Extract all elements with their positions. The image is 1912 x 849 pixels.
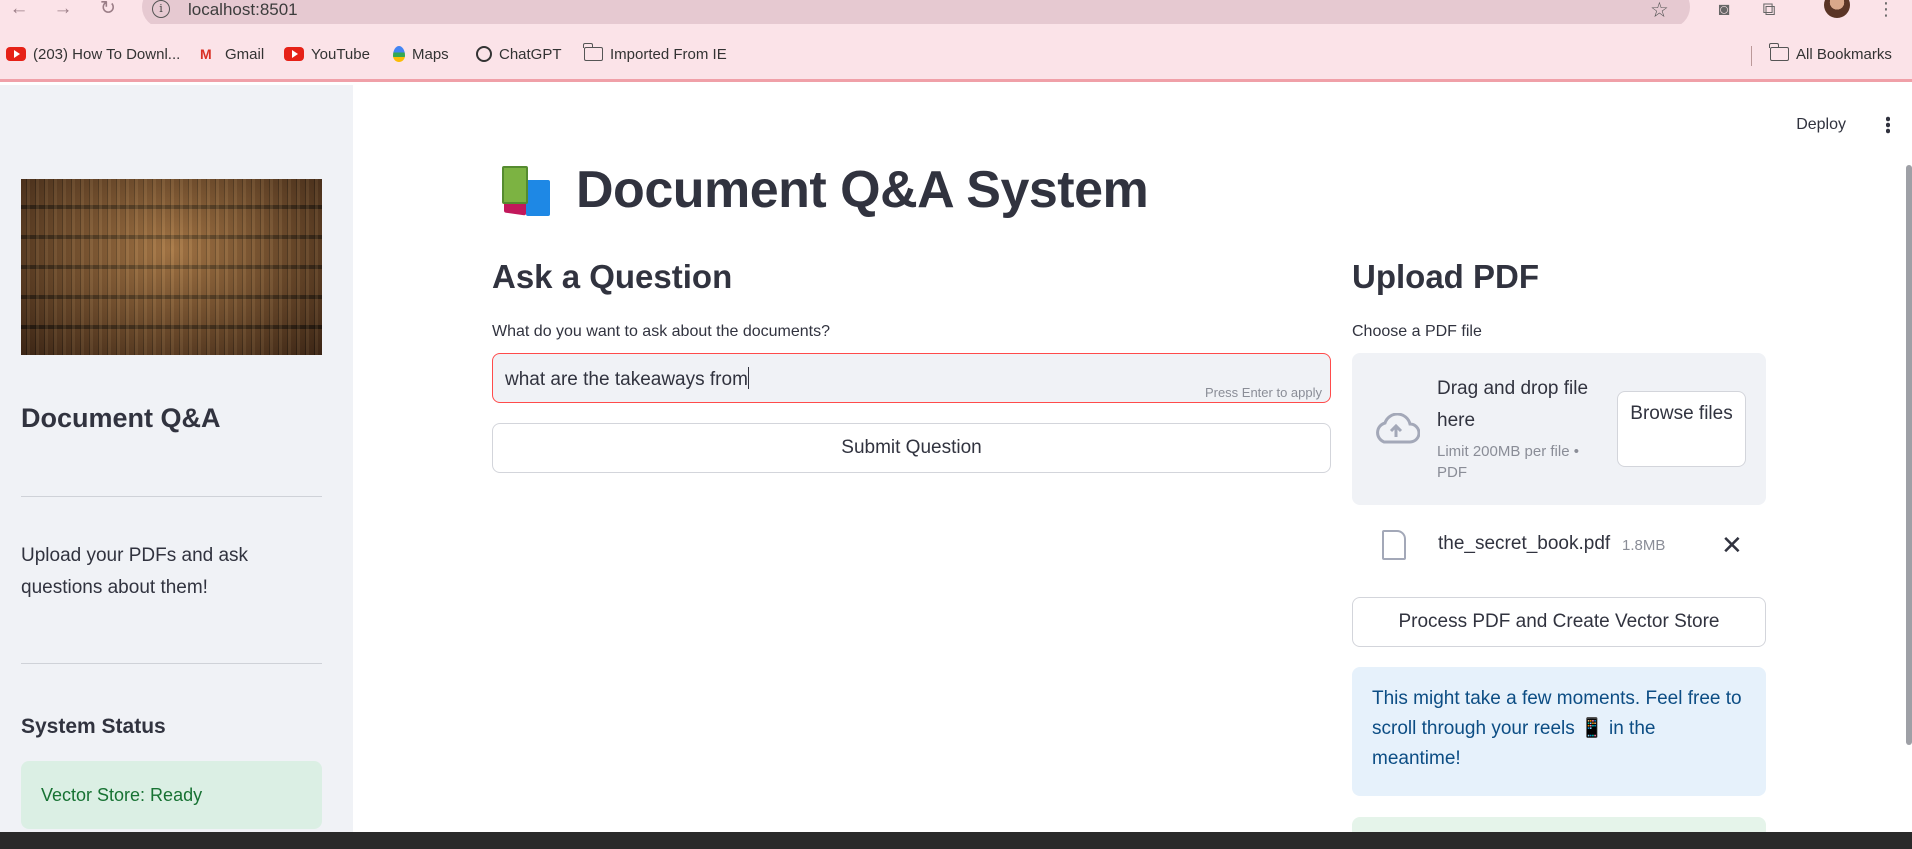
sidebar-title: Document Q&A bbox=[21, 403, 221, 433]
folder-icon bbox=[1769, 43, 1789, 61]
ask-question-heading: Ask a Question bbox=[492, 258, 733, 295]
back-arrow-icon[interactable]: ← bbox=[8, 0, 30, 20]
profile-avatar[interactable] bbox=[1824, 0, 1850, 18]
question-input[interactable]: what are the takeaways from Press Enter … bbox=[492, 353, 1331, 403]
bookmark-item[interactable]: M Gmail bbox=[200, 44, 264, 64]
submit-question-button[interactable]: Submit Question bbox=[492, 423, 1331, 473]
bookmark-divider bbox=[1751, 46, 1752, 66]
browse-files-button[interactable]: Browse files bbox=[1617, 391, 1746, 467]
process-pdf-button[interactable]: Process PDF and Create Vector Store bbox=[1352, 597, 1766, 647]
question-label: What do you want to ask about the docume… bbox=[492, 323, 830, 340]
bookmark-label: Maps bbox=[412, 45, 449, 63]
divider bbox=[21, 663, 322, 664]
remove-file-icon[interactable]: ✕ bbox=[1721, 530, 1743, 560]
app-header-actions: Deploy bbox=[1796, 116, 1890, 134]
uploaded-file-name: the_secret_book.pdf bbox=[1438, 533, 1611, 554]
gmail-icon: M bbox=[200, 46, 212, 62]
upload-pdf-heading: Upload PDF bbox=[1352, 258, 1539, 295]
youtube-icon bbox=[6, 47, 26, 61]
file-uploader-label: Choose a PDF file bbox=[1352, 323, 1482, 340]
bookmark-star-icon[interactable]: ☆ bbox=[1650, 0, 1669, 23]
library-bookshelf-image bbox=[21, 179, 322, 355]
upload-limit-text: Limit 200MB per file • PDF bbox=[1437, 443, 1579, 481]
drag-drop-text: Drag and drop file here bbox=[1437, 378, 1589, 431]
divider bbox=[21, 496, 322, 497]
sidebar-description: Upload your PDFs and ask questions about… bbox=[21, 545, 249, 598]
youtube-icon bbox=[284, 47, 304, 61]
bookmark-label: Gmail bbox=[225, 45, 265, 63]
main-menu-icon[interactable] bbox=[1886, 116, 1890, 134]
deploy-button[interactable]: Deploy bbox=[1796, 116, 1846, 134]
all-bookmarks-label: All Bookmarks bbox=[1796, 45, 1892, 63]
uploaded-file-size: 1.8MB bbox=[1622, 537, 1666, 554]
file-icon bbox=[1382, 530, 1406, 560]
bookmark-item[interactable]: Maps bbox=[393, 44, 449, 64]
bookmark-label: Imported From IE bbox=[610, 45, 727, 63]
bookmark-label: ChatGPT bbox=[499, 45, 562, 63]
page-title-row: Document Q&A System bbox=[500, 160, 1149, 220]
chatgpt-icon bbox=[476, 46, 492, 62]
bookmark-label: YouTube bbox=[311, 45, 370, 63]
bookmark-item[interactable]: YouTube bbox=[284, 44, 370, 64]
bookmark-item[interactable]: (203) How To Downl... bbox=[6, 44, 180, 64]
camera-icon[interactable]: ◙ bbox=[1712, 0, 1736, 20]
url-text[interactable]: localhost:8501 bbox=[188, 0, 298, 20]
sidebar: Document Q&A Upload your PDFs and ask qu… bbox=[0, 85, 353, 849]
vector-store-status: Vector Store: Ready bbox=[21, 761, 322, 829]
extensions-icon[interactable]: ⧉ bbox=[1757, 0, 1781, 20]
bookmark-item[interactable]: ChatGPT bbox=[476, 44, 562, 64]
page-title: Document Q&A System bbox=[576, 161, 1149, 219]
page-scrollbar[interactable] bbox=[1906, 165, 1912, 745]
os-taskbar bbox=[0, 832, 1912, 849]
all-bookmarks[interactable]: All Bookmarks bbox=[1769, 43, 1892, 64]
maps-pin-icon bbox=[393, 46, 405, 62]
bookmark-item[interactable]: Imported From IE bbox=[583, 43, 727, 64]
forward-arrow-icon[interactable]: → bbox=[52, 0, 74, 20]
press-enter-hint: Press Enter to apply bbox=[1204, 385, 1322, 400]
bookmarks-bar: (203) How To Downl... M Gmail YouTube Ma… bbox=[0, 24, 1912, 82]
question-input-value[interactable]: what are the takeaways from bbox=[505, 367, 750, 391]
cloud-upload-icon bbox=[1376, 413, 1420, 444]
folder-icon bbox=[583, 43, 603, 61]
browser-menu-icon[interactable]: ⋮ bbox=[1874, 0, 1898, 20]
reload-icon[interactable]: ↻ bbox=[97, 0, 119, 20]
browser-toolbar: ← → ↻ i localhost:8501 ☆ ◙ ⧉ ⋮ bbox=[0, 0, 1912, 28]
system-status-heading: System Status bbox=[21, 715, 166, 738]
books-icon bbox=[500, 162, 558, 218]
info-icon[interactable]: i bbox=[152, 0, 170, 18]
info-alert: This might take a few moments. Feel free… bbox=[1352, 667, 1766, 796]
bookmark-label: (203) How To Downl... bbox=[33, 45, 181, 63]
